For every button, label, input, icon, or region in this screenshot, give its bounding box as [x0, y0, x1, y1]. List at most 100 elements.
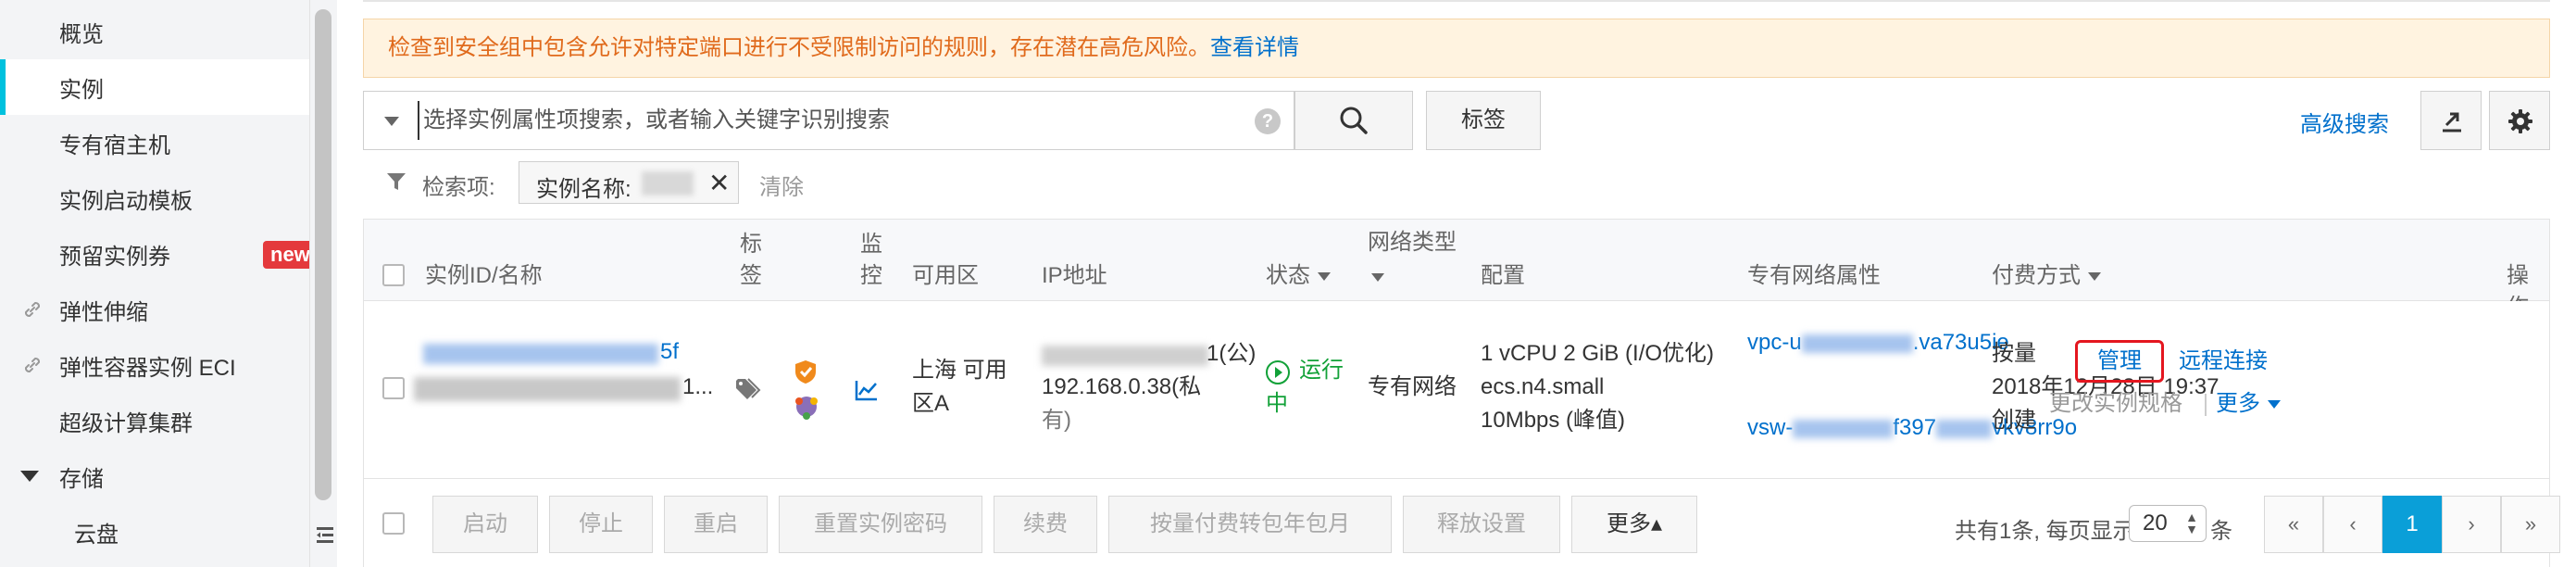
vpc-id-prefix: vpc-u — [1747, 330, 1802, 355]
first-page-button[interactable]: « — [2264, 496, 2323, 553]
convert-billing-button[interactable]: 按量付费转包年包月 — [1108, 496, 1392, 553]
sidebar-item-label: 实例启动模板 — [59, 188, 193, 214]
footer-select-all-checkbox[interactable] — [382, 512, 405, 535]
sidebar-item-overview[interactable]: 概览 — [0, 4, 309, 59]
sort-caret-icon — [1318, 272, 1331, 282]
settings-button[interactable] — [2489, 91, 2550, 150]
sidebar-item-instances[interactable]: 实例 — [0, 59, 309, 115]
search-field-dropdown-icon[interactable] — [384, 117, 399, 126]
private-ip: 192.168.0.38(私 — [1042, 374, 1202, 399]
stop-button[interactable]: 停止 — [549, 496, 653, 553]
last-page-button[interactable]: » — [2501, 496, 2560, 553]
running-status-icon — [1266, 360, 1290, 384]
row-checkbox[interactable] — [382, 377, 405, 399]
redacted-instance-id — [423, 344, 658, 364]
sidebar-item-auto-scaling[interactable]: 弹性伸缩 — [0, 282, 309, 337]
export-icon — [2443, 112, 2461, 132]
more-actions-label: 更多 — [2216, 391, 2260, 416]
prev-page-button[interactable]: ‹ — [2323, 496, 2382, 553]
filter-chip[interactable]: 实例名称: ✕ — [519, 161, 739, 204]
private-ip-suffix: 有) — [1042, 408, 1071, 433]
config-instance-type: ecs.n4.small — [1481, 374, 1605, 399]
header-vpc: 专有网络属性 — [1747, 263, 1881, 288]
renew-button[interactable]: 续费 — [994, 496, 1097, 553]
monitor-chart-icon[interactable] — [855, 379, 879, 401]
sidebar-item-label: 概览 — [59, 21, 104, 47]
help-icon[interactable]: ? — [1255, 108, 1281, 134]
header-billing[interactable]: 付费方式 — [1992, 260, 2101, 292]
sidebar-scrollbar[interactable] — [309, 0, 337, 567]
sidebar-item-cloud-disk[interactable]: 云盘 — [0, 504, 309, 560]
sidebar-item-launch-templates[interactable]: 实例启动模板 — [0, 170, 309, 226]
config-bandwidth: 10Mbps (峰值) — [1481, 408, 1626, 433]
redacted-vswitch-id — [1793, 420, 1894, 438]
redacted-value — [642, 171, 694, 195]
warning-details-link[interactable]: 查看详情 — [1210, 35, 1299, 60]
instance-name: 1... — [682, 374, 714, 399]
tag-icon[interactable] — [734, 377, 762, 401]
change-spec-link[interactable]: 更改实例规格 — [2049, 388, 2182, 420]
sidebar-item-super-computing[interactable]: 超级计算集群 — [0, 393, 309, 448]
redacted-vpc-id — [1801, 334, 1913, 353]
billing-method: 按量 — [1992, 341, 2036, 366]
footer-more-button[interactable]: 更多▴ — [1571, 496, 1697, 553]
network-type-caret-icon[interactable] — [1371, 273, 1384, 282]
advanced-search-link[interactable]: 高级搜索 — [2300, 106, 2389, 138]
search-input[interactable] — [418, 101, 1214, 140]
status-text-2: 中 — [1266, 391, 1288, 416]
search-button[interactable] — [1294, 91, 1413, 150]
sidebar-item-storage[interactable]: 存储 — [0, 448, 309, 504]
sidebar-item-dedicated-hosts[interactable]: 专有宿主机 — [0, 115, 309, 170]
tag-button[interactable]: 标签 — [1426, 91, 1541, 150]
vpc-link[interactable]: vpc-u .va73u5ie — [1747, 327, 2009, 359]
table-footer: 启动 停止 重启 重置实例密码 续费 按量付费转包年包月 释放设置 更多▴ 共有… — [364, 479, 2560, 567]
vswitch-id-prefix: vsw- — [1747, 415, 1794, 440]
chevron-down-icon — [2268, 400, 2281, 410]
more-actions-link[interactable]: 更多 — [2216, 388, 2281, 420]
header-ip: IP地址 — [1042, 263, 1107, 288]
next-page-button[interactable]: › — [2442, 496, 2501, 553]
sidebar-item-label: 预留实例券 — [59, 244, 170, 270]
page-1-button[interactable]: 1 — [2382, 496, 2442, 553]
header-tag-2: 签 — [740, 263, 762, 288]
top-divider — [363, 0, 2550, 2]
sidebar-item-reserved-instances[interactable]: 预留实例券 new — [0, 226, 318, 282]
header-billing-label: 付费方式 — [1992, 263, 2081, 288]
header-status-label: 状态 — [1266, 263, 1310, 288]
sidebar-item-label: 实例 — [59, 77, 104, 103]
sidebar: 概览 实例 专有宿主机 实例启动模板 预留实例券 new 弹性伸缩 弹性容器实例… — [0, 0, 318, 567]
sidebar-item-eci[interactable]: 弹性容器实例 ECI — [0, 337, 309, 393]
remote-connect-link[interactable]: 远程连接 — [2179, 346, 2268, 377]
sidebar-item-label: 弹性容器实例 ECI — [59, 355, 236, 381]
os-logo-icon — [795, 397, 818, 420]
page-size-unit: 条 — [2210, 519, 2232, 544]
record-count: 共有1条, 每页显示: — [1955, 519, 2142, 544]
release-settings-button[interactable]: 释放设置 — [1403, 496, 1560, 553]
sidebar-item-label: 超级计算集群 — [59, 410, 193, 436]
filter-chip-label: 实例名称: — [536, 177, 631, 202]
scrollbar-thumb[interactable] — [315, 9, 331, 500]
sidebar-item-label: 弹性伸缩 — [59, 299, 148, 325]
instance-id-link[interactable]: 5f — [660, 336, 679, 368]
main-content: 检查到安全组中包含允许对特定端口进行不受限制访问的规则，存在潜在高危风险。查看详… — [337, 0, 2576, 567]
clear-filters-link[interactable]: 清除 — [759, 169, 804, 201]
status-text-1: 运行 — [1299, 358, 1344, 383]
collapse-sidebar-icon[interactable] — [315, 524, 335, 545]
header-status[interactable]: 状态 — [1266, 260, 1331, 292]
manage-link[interactable]: 管理 — [2075, 340, 2164, 383]
search-box[interactable]: ? — [363, 91, 1294, 150]
network-type: 专有网络 — [1368, 374, 1457, 399]
redacted-instance-name — [414, 377, 681, 401]
export-button[interactable] — [2420, 91, 2482, 150]
security-shield-icon[interactable] — [794, 359, 818, 384]
page-size-select[interactable]: 20 ▲ ▼ — [2129, 505, 2207, 542]
warning-text: 检查到安全组中包含允许对特定端口进行不受限制访问的规则，存在潜在高危风险。 — [388, 35, 1210, 60]
start-button[interactable]: 启动 — [432, 496, 538, 553]
reset-password-button[interactable]: 重置实例密码 — [779, 496, 982, 553]
filter-icon — [387, 173, 406, 190]
restart-button[interactable]: 重启 — [664, 496, 768, 553]
created-label: 创建 — [1992, 408, 2036, 433]
header-config: 配置 — [1481, 263, 1525, 288]
remove-filter-icon[interactable]: ✕ — [708, 168, 730, 198]
select-all-checkbox[interactable] — [382, 264, 405, 286]
